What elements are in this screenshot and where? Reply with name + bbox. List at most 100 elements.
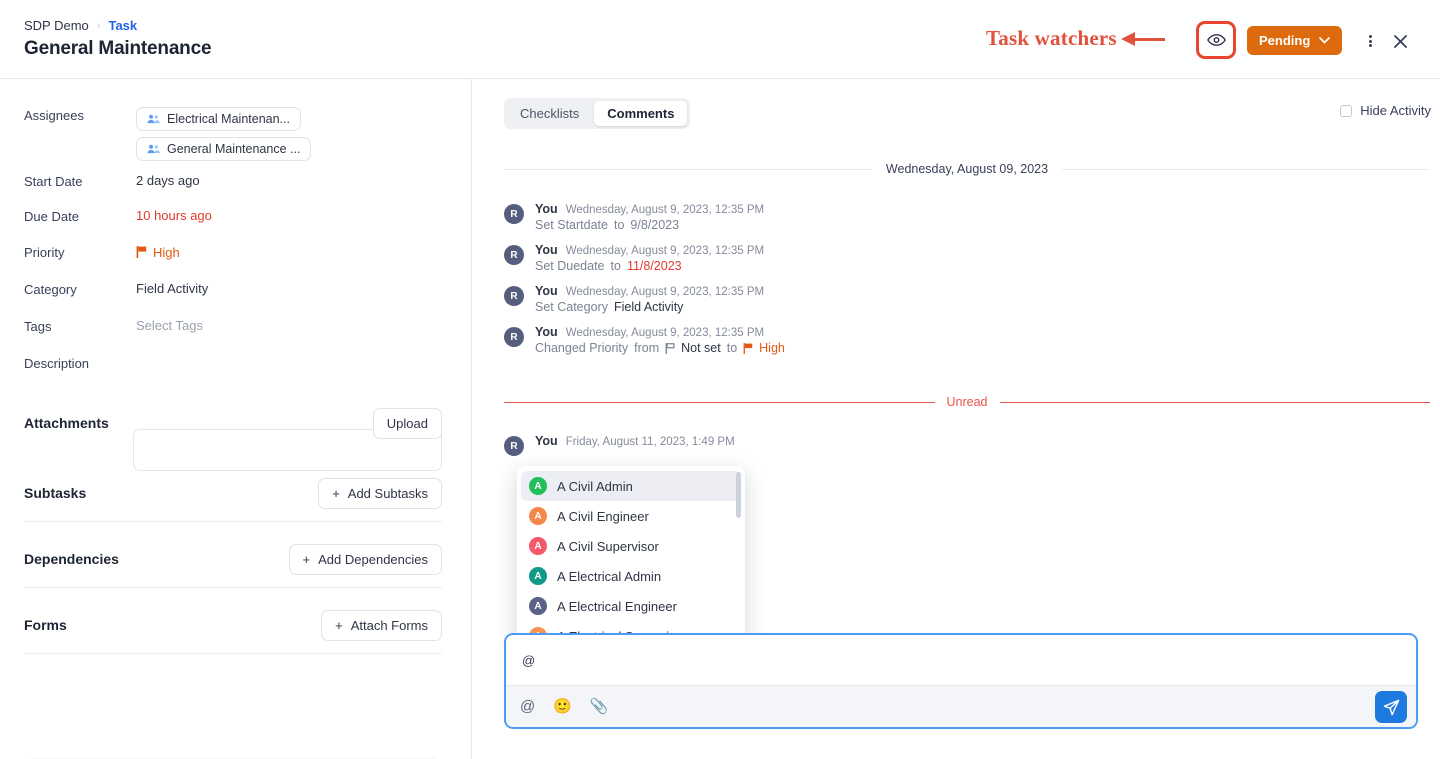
activity-action: Set Category [535,300,608,314]
tab-checklists[interactable]: Checklists [507,101,592,126]
field-assignees: Assignees Electrical Maintenan... Genera… [24,107,471,167]
activity-panel: Checklists Comments Hide Activity Wednes… [473,79,1440,759]
category-value[interactable]: Field Activity [136,281,208,297]
eye-icon [1206,34,1226,46]
add-subtasks-button[interactable]: + Add Subtasks [318,477,442,509]
activity-connector: to [613,218,625,232]
comment-input[interactable]: @ [506,635,1416,689]
send-icon [1383,699,1399,715]
mention-icon[interactable]: @ [520,699,535,714]
close-icon [1393,34,1407,48]
page-title: General Maintenance [24,38,212,59]
annotation-arrow-icon [1120,31,1165,46]
activity-connector-to: to [726,341,738,355]
comment-composer[interactable]: @ @ 🙂 📎 [504,633,1418,729]
group-icon [147,114,160,124]
mention-option[interactable]: A A Civil Engineer [517,501,745,531]
start-date-value[interactable]: 2 days ago [136,173,200,189]
chevron-right-icon: › [96,19,101,32]
mention-option[interactable]: A A Civil Admin [521,471,741,501]
hide-activity-checkbox[interactable] [1340,104,1353,117]
avatar: R [504,204,524,224]
description-label: Description [24,356,90,371]
flag-icon [743,342,753,354]
field-tags: Tags Select Tags [24,318,203,334]
attach-forms-button[interactable]: + Attach Forms [321,609,442,641]
activity-item: R You Wednesday, August 9, 2023, 12:35 P… [504,243,1430,273]
close-button[interactable] [1388,29,1412,53]
activity-time: Friday, August 11, 2023, 1:49 PM [565,436,735,448]
status-label: Pending [1259,33,1311,48]
more-options-button[interactable] [1358,29,1382,53]
divider [24,521,442,522]
assignee-chip[interactable]: Electrical Maintenan... [136,107,301,131]
section-forms: Forms + Attach Forms [24,598,442,652]
task-watchers-button[interactable] [1196,21,1236,59]
start-date-label: Start Date [24,174,83,189]
activity-author: You [535,243,558,257]
activity-action: Set Startdate [535,218,608,232]
section-attachments: Attachments Upload [24,396,442,450]
activity-author: You [535,325,558,339]
mention-option-label: A Civil Engineer [557,508,649,524]
section-dependencies: Dependencies + Add Dependencies [24,532,442,586]
category-label: Category [24,282,77,297]
assignee-chip[interactable]: General Maintenance ... [136,137,312,161]
add-dependencies-button[interactable]: + Add Dependencies [288,543,442,575]
field-priority: Priority High [24,244,180,261]
activity-item: R You Wednesday, August 9, 2023, 12:35 P… [504,325,1430,355]
activity-author: You [535,202,558,216]
upload-button[interactable]: Upload [372,407,442,439]
attachment-icon[interactable]: 📎 [590,699,609,714]
annotation-label: Task watchers [986,26,1117,50]
due-date-value[interactable]: 10 hours ago [136,208,212,224]
breadcrumb-root[interactable]: SDP Demo [24,18,89,33]
task-detail-page: SDP Demo › Task General Maintenance Task… [0,0,1440,759]
avatar: A [529,567,547,585]
priority-label: Priority [24,245,65,260]
dependencies-title: Dependencies [24,551,119,567]
page-header: SDP Demo › Task General Maintenance Task… [0,0,1440,79]
mention-option[interactable]: A A Electrical Engineer [517,591,745,621]
add-subtasks-label: Add Subtasks [347,485,428,501]
forms-title: Forms [24,617,67,633]
attachments-title: Attachments [24,415,109,431]
avatar: A [529,477,547,495]
mention-option-label: A Civil Admin [557,478,633,494]
tab-comments[interactable]: Comments [594,101,688,126]
mention-option-label: A Civil Supervisor [557,538,659,554]
activity-list: R You Wednesday, August 9, 2023, 12:35 P… [504,202,1430,366]
tab-bar: Checklists Comments [504,98,691,129]
activity-time: Wednesday, August 9, 2023, 12:35 PM [565,245,765,257]
avatar: A [529,597,547,615]
breadcrumb-active[interactable]: Task [108,18,137,33]
day-separator: Wednesday, August 09, 2023 [504,162,1431,176]
avatar: R [504,286,524,306]
activity-connector-from: from [634,341,660,355]
day-separator-label: Wednesday, August 09, 2023 [885,162,1049,176]
activity-value: High [759,341,785,355]
mention-option[interactable]: A A Civil Supervisor [517,531,745,561]
hide-activity-toggle[interactable]: Hide Activity [1340,103,1431,118]
avatar: A [529,537,547,555]
task-details-panel: Assignees Electrical Maintenan... Genera… [0,79,472,759]
plus-icon: + [302,551,311,567]
attach-forms-label: Attach Forms [350,617,428,633]
emoji-icon[interactable]: 🙂 [553,699,572,714]
activity-value: Field Activity [613,300,684,314]
chevron-down-icon [1319,37,1331,44]
group-icon [147,144,160,154]
plus-icon: + [332,485,340,501]
assignee-name: General Maintenance ... [167,142,301,156]
send-button[interactable] [1375,691,1407,723]
hide-activity-label: Hide Activity [1360,103,1431,118]
avatar: A [529,507,547,525]
tags-placeholder[interactable]: Select Tags [136,318,203,334]
assignee-name: Electrical Maintenan... [167,112,290,126]
status-dropdown-button[interactable]: Pending [1247,26,1343,55]
mention-dropdown[interactable]: A A Civil Admin A A Civil Engineer A A C… [517,466,745,648]
mention-option[interactable]: A A Electrical Admin [517,561,745,591]
dropdown-scrollbar[interactable] [736,472,741,518]
activity-author: You [535,434,558,448]
priority-value-wrap[interactable]: High [136,244,180,260]
